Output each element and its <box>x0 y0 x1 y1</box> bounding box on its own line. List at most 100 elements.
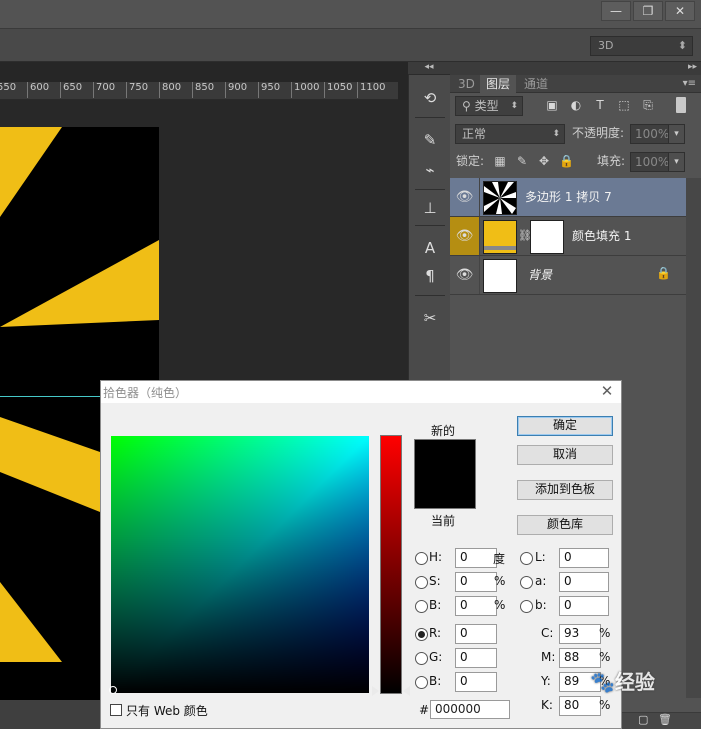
radio-g[interactable] <box>415 652 428 665</box>
field-label-r: R: <box>429 626 442 640</box>
blue-field[interactable]: 0 <box>455 672 497 692</box>
slider-handle-right[interactable] <box>403 686 410 696</box>
c-field[interactable]: 93 <box>559 624 601 644</box>
ok-button[interactable]: 确定 <box>517 416 613 436</box>
close-icon[interactable]: ✕ <box>598 382 616 400</box>
b-field[interactable]: 0 <box>455 596 497 616</box>
type-filter-icon[interactable]: T <box>593 98 607 112</box>
color-field-cursor[interactable] <box>109 686 117 694</box>
opacity-field[interactable]: 100% ▾ <box>630 124 685 144</box>
h-field[interactable]: 0 <box>455 548 497 568</box>
ruler-tick: 600 <box>26 82 50 98</box>
new-layer-icon[interactable]: ▢ <box>638 713 648 726</box>
horizontal-ruler: 550 600 650 700 750 800 850 900 950 1000… <box>0 82 398 100</box>
tab-layers[interactable]: 图层 <box>480 75 517 93</box>
unit-pct: % <box>599 626 611 640</box>
minimize-button[interactable]: — <box>601 1 631 21</box>
trash-icon[interactable]: 🗑 <box>658 713 672 726</box>
field-label-c: C: <box>541 626 554 640</box>
layer-filter-select[interactable]: ⚲ 类型 ⬍ <box>455 96 523 116</box>
clone-source-icon[interactable]: ⊥ <box>419 197 441 219</box>
tab-channels[interactable]: 通道 <box>518 75 554 93</box>
hue-slider[interactable] <box>380 435 402 694</box>
current-color-label: 当前 <box>431 514 456 528</box>
fill-field[interactable]: 100% ▾ <box>630 152 685 172</box>
color-libraries-button[interactable]: 颜色库 <box>517 515 613 535</box>
layer-row[interactable]: 👁 ⛓ 颜色填充 1 <box>450 217 686 256</box>
m-field[interactable]: 88 <box>559 648 601 668</box>
k-field[interactable]: 80 <box>559 696 601 716</box>
cancel-button[interactable]: 取消 <box>517 445 613 465</box>
history-icon[interactable]: ⟲ <box>419 87 441 109</box>
eye-icon[interactable]: 👁 <box>450 256 480 294</box>
panel-collapse-bar[interactable]: ▸▸ <box>450 62 701 75</box>
color-field[interactable] <box>111 436 369 693</box>
opacity-value: 100% <box>635 127 670 141</box>
hex-field[interactable]: 000000 <box>430 700 510 719</box>
radio-r[interactable] <box>415 628 428 641</box>
slider-handle-left[interactable] <box>372 686 379 696</box>
g-field[interactable]: 0 <box>455 648 497 668</box>
layers-scrollbar[interactable] <box>686 178 701 698</box>
field-label-b: B: <box>429 598 442 612</box>
collapse-strip[interactable]: ◂◂ <box>408 62 450 75</box>
radio-a[interactable] <box>520 576 533 589</box>
lab-b-field[interactable]: 0 <box>559 596 609 616</box>
radio-l[interactable] <box>520 552 533 565</box>
lock-position-icon[interactable]: ✥ <box>537 154 551 168</box>
lock-label: 锁定: <box>456 154 485 168</box>
radio-lab-b[interactable] <box>520 600 533 613</box>
l-field[interactable]: 0 <box>559 548 609 568</box>
radio-s[interactable] <box>415 576 428 589</box>
fill-label: 填充: <box>597 154 626 168</box>
tool-presets-icon[interactable]: ✂ <box>419 307 441 329</box>
ruler-tick: 1100 <box>356 82 386 98</box>
dropdown-arrow-icon[interactable]: ▾ <box>668 153 684 171</box>
smart-object-filter-icon[interactable]: ⎘ <box>641 98 655 112</box>
blend-mode-select[interactable]: 正常 ⬍ <box>455 124 565 144</box>
radio-blue[interactable] <box>415 676 428 689</box>
s-field[interactable]: 0 <box>455 572 497 592</box>
character-icon[interactable]: A <box>419 237 441 259</box>
dropdown-arrow-icon[interactable]: ▾ <box>668 125 684 143</box>
brush-presets-icon[interactable]: ✎ <box>419 129 441 151</box>
divider <box>415 189 445 190</box>
ruler-tick: 800 <box>158 82 182 98</box>
window-controls: — ❐ ✕ <box>601 1 695 21</box>
layer-row[interactable]: 👁 背景 🔒 <box>450 256 686 295</box>
radio-h[interactable] <box>415 552 428 565</box>
eye-icon[interactable]: 👁 <box>450 178 480 216</box>
field-label-y: Y: <box>541 674 551 688</box>
3d-mode-select[interactable]: 3D ⬍ <box>590 36 693 56</box>
lock-pixels-icon[interactable]: ✎ <box>515 154 529 168</box>
brush-settings-icon[interactable]: ⌁ <box>419 159 441 181</box>
ruler-tick: 850 <box>191 82 215 98</box>
field-label-a: a: <box>535 574 547 588</box>
paragraph-icon[interactable]: ¶ <box>419 265 441 287</box>
web-colors-checkbox[interactable] <box>110 704 122 716</box>
close-button[interactable]: ✕ <box>665 1 695 21</box>
eye-icon[interactable]: 👁 <box>450 217 480 255</box>
web-colors-label: 只有 Web 颜色 <box>126 704 208 718</box>
adjustment-filter-icon[interactable]: ◐ <box>569 98 583 112</box>
panel-menu-icon[interactable]: ▾≡ <box>683 75 696 93</box>
lock-icon: 🔒 <box>656 266 671 280</box>
add-to-swatches-button[interactable]: 添加到色板 <box>517 480 613 500</box>
layer-name: 背景 <box>528 268 553 282</box>
a-field[interactable]: 0 <box>559 572 609 592</box>
r-field[interactable]: 0 <box>455 624 497 644</box>
layer-row[interactable]: 👁 多边形 1 拷贝 7 <box>450 178 686 217</box>
ruler-tick: 700 <box>92 82 116 98</box>
shape-filter-icon[interactable]: ⬚ <box>617 98 631 112</box>
filter-toggle[interactable] <box>676 97 686 113</box>
divider <box>415 295 445 296</box>
pixel-filter-icon[interactable]: ▣ <box>545 98 559 112</box>
lock-all-icon[interactable]: 🔒 <box>559 154 574 168</box>
radio-b[interactable] <box>415 600 428 613</box>
burst-ray <box>0 582 62 662</box>
lock-transparency-icon[interactable]: ▦ <box>493 154 507 168</box>
restore-button[interactable]: ❐ <box>633 1 663 21</box>
field-label-k: K: <box>541 698 553 712</box>
divider <box>415 117 445 118</box>
tab-3d[interactable]: 3D <box>452 75 481 93</box>
